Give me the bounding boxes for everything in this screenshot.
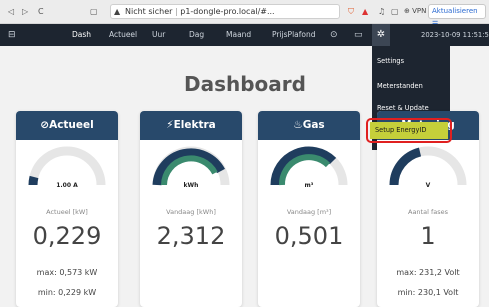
gauge-label: 1.00 A xyxy=(56,182,78,189)
nav-item-uur[interactable]: Uur xyxy=(152,24,165,46)
gauge-label: kWh xyxy=(183,182,199,189)
forward-icon[interactable]: ▷ xyxy=(22,4,28,20)
bolt-icon: ⚡ xyxy=(166,119,174,131)
card-value: 0,501 xyxy=(274,222,344,250)
folder-icon[interactable]: ▭ xyxy=(354,24,363,46)
update-button[interactable]: Aktualisieren ☰ xyxy=(428,4,486,28)
card-subtitle: Actueel [kW] xyxy=(46,208,88,216)
bookmark-icon[interactable]: ▢ xyxy=(90,4,98,20)
card-subtitle: Vandaag [m³] xyxy=(286,208,332,216)
card-actueel: ⊘Actueel 1.00 A Actueel [kW] 0,229 max: … xyxy=(16,111,118,307)
menu-item-setup-energyid[interactable]: Setup EnergyID xyxy=(370,122,448,139)
nav-item-prijsplafond[interactable]: PrijsPlafond xyxy=(272,24,316,46)
nav-item-dag[interactable]: Dag xyxy=(189,24,204,46)
brave-rewards-icon[interactable]: ▲ xyxy=(362,4,368,20)
card-header: ⊘Actueel xyxy=(16,111,118,140)
nav-item-maand[interactable]: Maand xyxy=(226,24,251,46)
card-header: ⚡Elektra xyxy=(140,111,242,140)
info-icon[interactable]: ⊙ xyxy=(330,24,338,46)
gauge-label: V xyxy=(425,182,431,189)
music-icon[interactable]: ♫ xyxy=(378,4,385,20)
warning-icon: ▲ xyxy=(114,7,121,16)
top-nav: ⊟ Dash Actueel Uur Dag Maand PrijsPlafon… xyxy=(0,24,489,46)
card-elektra: ⚡Elektra kWh Vandaag [kWh] 2,312 xyxy=(140,111,242,307)
gauge-icon: ⊘ xyxy=(40,119,50,131)
nav-item-dash[interactable]: Dash xyxy=(72,24,91,46)
security-warning: Nicht sicher xyxy=(125,7,173,16)
menu-item-settings[interactable]: Settings xyxy=(377,57,404,65)
gauge-label: m³ xyxy=(304,182,314,189)
nav-datetime: 2023-10-09 11:51:58 xyxy=(421,31,489,39)
card-min: min: 0,229 kW xyxy=(37,288,97,297)
flame-icon: ♨ xyxy=(293,119,303,131)
browser-toolbar: ◁ ▷ C ▢ ▲ Nicht sicher | p1-dongle-pro.l… xyxy=(0,0,489,28)
sidebar-icon[interactable]: ▢ xyxy=(391,4,399,20)
address-bar[interactable]: ▲ Nicht sicher | p1-dongle-pro.local/#..… xyxy=(110,4,340,19)
nav-item-actueel[interactable]: Actueel xyxy=(109,24,137,46)
card-title: Elektra xyxy=(173,119,216,131)
url-text: p1-dongle-pro.local/#... xyxy=(180,7,275,16)
menu-item-meterstanden[interactable]: Meterstanden xyxy=(377,82,423,90)
card-min: min: 230,1 Volt xyxy=(397,288,459,297)
card-value: 1 xyxy=(420,222,436,250)
card-subtitle: Aantal fases xyxy=(408,208,448,216)
card-subtitle: Vandaag [kWh] xyxy=(166,208,216,216)
page-title: Dashboard xyxy=(184,72,306,96)
vpn-label: VPN xyxy=(412,7,427,15)
card-title: Actueel xyxy=(49,119,94,131)
card-title: Gas xyxy=(302,119,325,131)
card-max: max: 231,2 Volt xyxy=(396,268,460,277)
card-header: ♨Gas xyxy=(258,111,360,140)
settings-gear-icon[interactable]: ✲ xyxy=(372,24,390,46)
card-value: 0,229 xyxy=(32,222,102,250)
back-icon[interactable]: ◁ xyxy=(8,4,14,20)
vpn-button[interactable]: ⊕ VPN xyxy=(404,4,426,19)
card-max: max: 0,573 kW xyxy=(36,268,98,277)
card-value: 2,312 xyxy=(156,222,226,250)
grid-icon[interactable]: ⊟ xyxy=(8,24,16,46)
brave-shield-icon[interactable]: ⛉ xyxy=(348,4,354,20)
card-gas: ♨Gas m³ Vandaag [m³] 0,501 xyxy=(258,111,360,307)
reload-icon[interactable]: C xyxy=(38,4,44,20)
